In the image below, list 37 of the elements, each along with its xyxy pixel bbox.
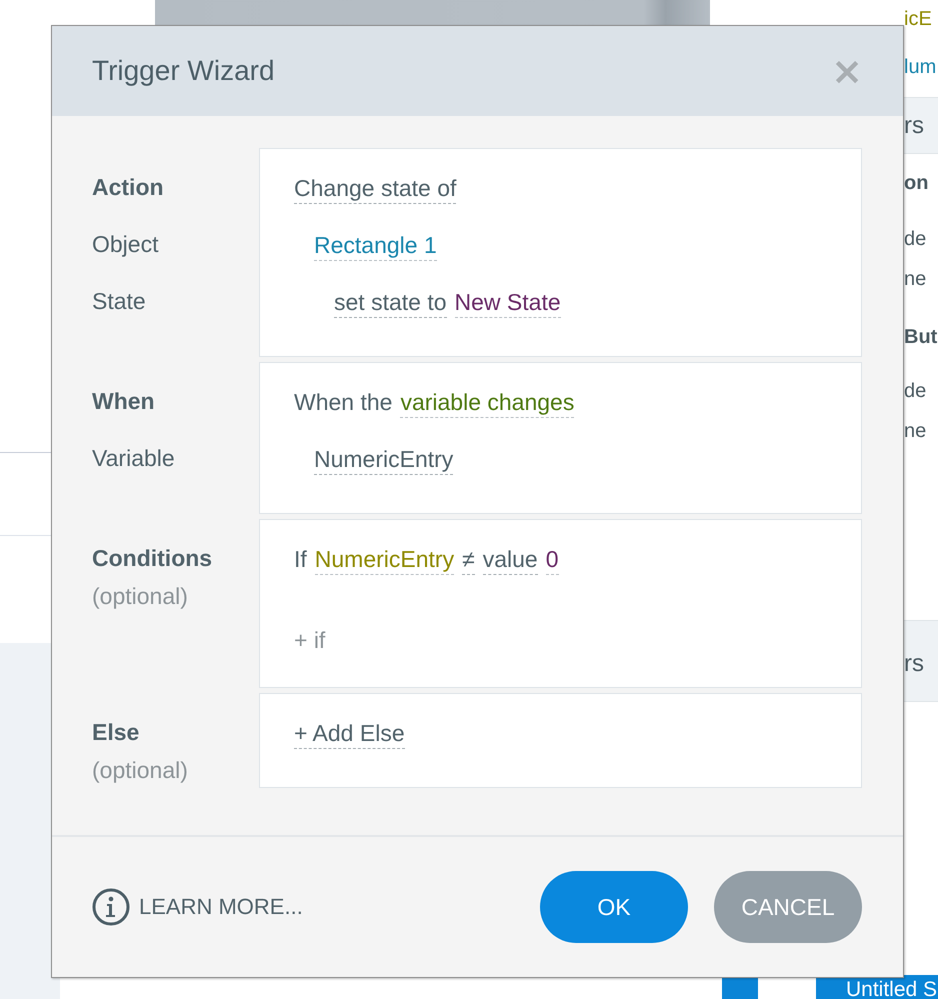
option-link[interactable]: NumericEntry xyxy=(314,444,454,475)
field-label: Object xyxy=(92,230,160,259)
window-title: Trigger Wizard xyxy=(92,55,275,87)
option-link[interactable]: New State xyxy=(454,287,561,318)
info-icon xyxy=(92,888,130,926)
ok-button[interactable]: OK xyxy=(540,871,688,943)
panel-text: rs xyxy=(904,650,924,678)
panel-text: lum xyxy=(904,56,936,79)
field-label: Action xyxy=(92,173,165,202)
panel-text: de xyxy=(904,228,926,251)
panel-text: de xyxy=(904,380,926,403)
panel-text: on xyxy=(904,172,928,195)
option-link[interactable]: NumericEntry xyxy=(314,544,454,575)
panel-text: rs xyxy=(904,112,924,140)
option-link[interactable]: 0 xyxy=(546,544,558,575)
field-label: State xyxy=(92,287,147,316)
option-link[interactable]: set state to xyxy=(334,287,447,318)
learn-more-link[interactable]: LEARN MORE... xyxy=(92,888,303,926)
option-link[interactable]: + Add Else xyxy=(294,718,405,749)
panel-text: ne xyxy=(904,268,926,291)
panel-text: But xyxy=(904,326,938,349)
panel-text: ne xyxy=(904,420,926,443)
option-link[interactable]: Rectangle 1 xyxy=(314,230,437,261)
condition-text: When the xyxy=(294,388,392,417)
field-label: Conditions xyxy=(92,544,214,573)
field-label: Variable xyxy=(92,444,176,473)
option-link[interactable]: Change state of xyxy=(294,173,456,204)
field-label: (optional) xyxy=(92,582,189,611)
option-link[interactable]: value xyxy=(482,544,538,575)
field-label: Else xyxy=(92,718,140,747)
option-link[interactable]: variable changes xyxy=(400,387,574,418)
option-link[interactable]: ≠ xyxy=(462,544,475,575)
condition-text: If xyxy=(294,545,307,574)
panel-text: icE xyxy=(904,8,932,31)
field-label: (optional) xyxy=(92,756,189,785)
field-label: When xyxy=(92,387,156,416)
condition-text[interactable]: + if xyxy=(294,625,326,655)
